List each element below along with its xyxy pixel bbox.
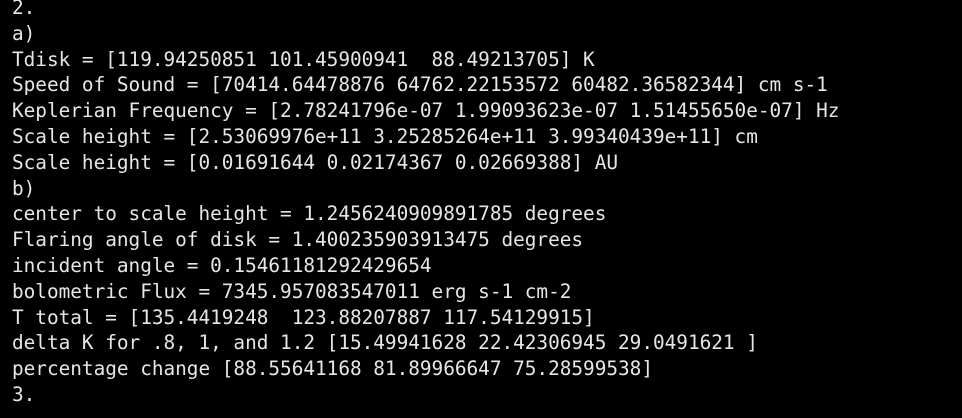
output-line-part-b: b) — [12, 176, 36, 200]
output-line-scale-height-au: Scale height = [0.01691644 0.02174367 0.… — [12, 150, 619, 174]
terminal-window[interactable]: 2. a) Tdisk = [119.94250851 101.45900941… — [0, 0, 962, 418]
output-line-section-3: 3. — [12, 382, 36, 406]
output-line-part-a: a) — [12, 21, 36, 45]
output-line-keplerian-frequency: Keplerian Frequency = [2.78241796e-07 1.… — [12, 99, 840, 123]
output-line-percentage-change: percentage change [88.55641168 81.899666… — [12, 357, 653, 381]
output-line-delta-k: delta K for .8, 1, and 1.2 [15.49941628 … — [12, 331, 758, 355]
output-line-flaring-angle: Flaring angle of disk = 1.40023590391347… — [12, 228, 584, 252]
output-line-scale-height-cm: Scale height = [2.53069976e+11 3.2528526… — [12, 124, 758, 148]
output-line-center-to-scale-height: center to scale height = 1.2456240909891… — [12, 202, 607, 226]
output-line-t-total: T total = [135.4419248 123.88207887 117.… — [12, 305, 595, 329]
output-line-bolometric-flux: bolometric Flux = 7345.957083547011 erg … — [12, 279, 572, 303]
terminal-output: 2. a) Tdisk = [119.94250851 101.45900941… — [12, 0, 962, 408]
output-line-incident-angle: incident angle = 0.15461181292429654 — [12, 253, 432, 277]
output-line-section-2: 2. — [12, 0, 36, 19]
output-line-speed-of-sound: Speed of Sound = [70414.64478876 64762.2… — [12, 73, 828, 97]
output-line-tdisk: Tdisk = [119.94250851 101.45900941 88.49… — [12, 47, 595, 71]
